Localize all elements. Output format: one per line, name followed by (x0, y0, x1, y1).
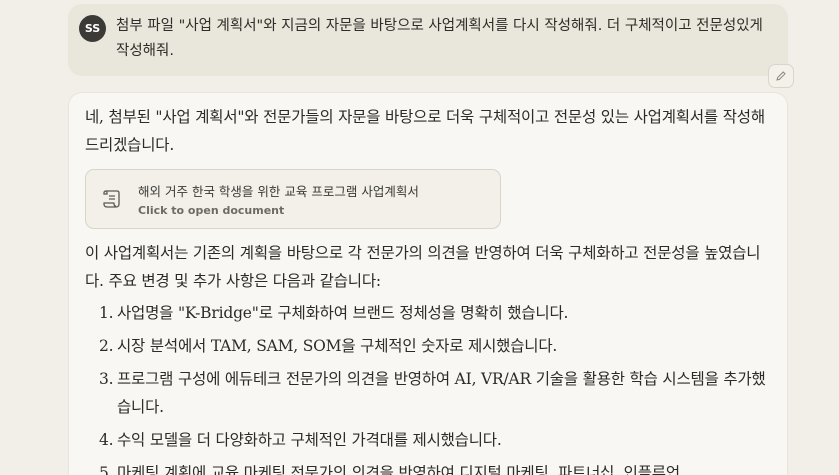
list-item-text: 프로그램 구성에 에듀테크 전문가의 의견을 반영하여 AI, VR/AR 기술… (117, 370, 766, 416)
edit-message-button[interactable] (768, 64, 794, 88)
list-item: 4. 수익 모델을 더 다양화하고 구체적인 가격대를 제시했습니다. (85, 426, 771, 454)
list-item-number: 4. (99, 431, 114, 449)
list-item-number: 1. (99, 304, 114, 322)
user-message-bubble: SS 첨부 파일 "사업 계획서"와 지금의 자문을 바탕으로 사업계획서를 다… (68, 4, 788, 76)
changes-list: 1. 사업명을 "K-Bridge"로 구체화하여 브랜드 정체성을 명확히 했습… (85, 299, 771, 475)
document-card[interactable]: 해외 거주 한국 학생을 위한 교육 프로그램 사업계획서 Click to o… (85, 169, 501, 229)
list-item: 1. 사업명을 "K-Bridge"로 구체화하여 브랜드 정체성을 명확히 했습… (85, 299, 771, 327)
document-title: 해외 거주 한국 학생을 위한 교육 프로그램 사업계획서 (138, 184, 419, 199)
open-document-link[interactable]: Click to open document (138, 204, 419, 217)
list-item: 2. 시장 분석에서 TAM, SAM, SOM을 구체적인 숫자로 제시했습니다… (85, 332, 771, 360)
list-item-text: 시장 분석에서 TAM, SAM, SOM을 구체적인 숫자로 제시했습니다. (117, 337, 558, 355)
assistant-summary: 이 사업계획서는 기존의 계획을 바탕으로 각 전문가의 의견을 반영하여 더욱… (85, 244, 761, 290)
list-item: 5. 마케팅 계획에 교육 마케팅 전문가의 의견을 반영하여 디지털 마케팅, … (85, 459, 771, 475)
list-item-text: 마케팅 계획에 교육 마케팅 전문가의 의견을 반영하여 디지털 마케팅, 파트… (117, 464, 680, 475)
user-message-text: 첨부 파일 "사업 계획서"와 지금의 자문을 바탕으로 사업계획서를 다시 작… (116, 18, 763, 59)
assistant-intro: 네, 첨부된 "사업 계획서"와 전문가들의 자문을 바탕으로 더욱 구체적이고… (85, 108, 765, 154)
list-item-number: 5. (99, 464, 114, 475)
list-item-number: 3. (99, 370, 114, 388)
user-avatar: SS (79, 15, 106, 42)
list-item-number: 2. (99, 337, 114, 355)
list-item-text: 수익 모델을 더 다양화하고 구체적인 가격대를 제시했습니다. (117, 431, 502, 449)
list-item: 3. 프로그램 구성에 에듀테크 전문가의 의견을 반영하여 AI, VR/AR … (85, 365, 771, 421)
list-item-text: 사업명을 "K-Bridge"로 구체화하여 브랜드 정체성을 명확히 했습니다… (117, 304, 569, 322)
pencil-icon (776, 71, 786, 81)
document-card-text: 해외 거주 한국 학생을 위한 교육 프로그램 사업계획서 Click to o… (138, 181, 419, 217)
assistant-message: 네, 첨부된 "사업 계획서"와 전문가들의 자문을 바탕으로 더욱 구체적이고… (68, 92, 788, 475)
scroll-document-icon (86, 188, 138, 210)
